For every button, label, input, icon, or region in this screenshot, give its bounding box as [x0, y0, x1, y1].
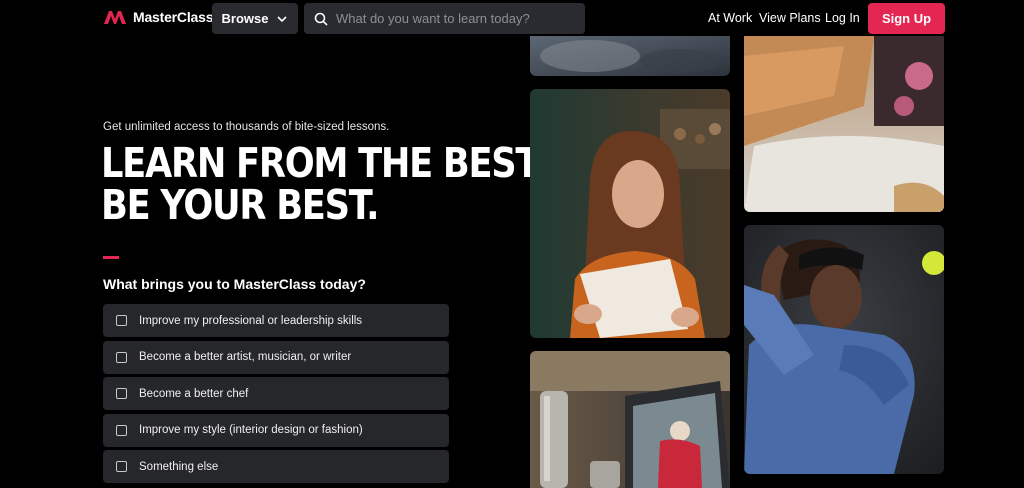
browse-label: Browse: [221, 11, 269, 26]
sign-up-button[interactable]: Sign Up: [868, 3, 945, 34]
checkbox[interactable]: [116, 461, 127, 472]
top-nav: MasterClass Browse At Work View Plans Lo…: [0, 0, 1024, 36]
instructor-tile-athlete[interactable]: [744, 225, 944, 474]
goal-option-professional[interactable]: Improve my professional or leadership sk…: [103, 304, 449, 337]
log-in-link[interactable]: Log In: [825, 11, 860, 25]
goal-option-artist[interactable]: Become a better artist, musician, or wri…: [103, 340, 449, 374]
search-input[interactable]: [336, 11, 576, 26]
instructor-tile-top-right[interactable]: [744, 36, 944, 212]
option-label: Something else: [139, 460, 219, 473]
instructor-photo: [744, 36, 944, 212]
option-label: Improve my style (interior design or fas…: [139, 424, 363, 436]
checkbox[interactable]: [116, 424, 127, 436]
checkbox[interactable]: [116, 315, 127, 326]
hero-eyebrow: Get unlimited access to thousands of bit…: [103, 121, 390, 133]
instructor-tile-reader[interactable]: [530, 89, 730, 338]
chevron-down-icon: [277, 15, 288, 22]
view-plans-link[interactable]: View Plans: [759, 11, 821, 25]
masterclass-logo[interactable]: MasterClass: [103, 9, 213, 25]
goal-option-other[interactable]: Something else: [103, 450, 449, 483]
instructor-photo: [530, 89, 730, 338]
browse-button[interactable]: Browse: [212, 3, 298, 34]
instructor-photo: [744, 225, 944, 474]
instructor-photo: [530, 36, 730, 76]
checkbox[interactable]: [116, 388, 127, 399]
search-icon: [314, 12, 328, 26]
headline-line-1: LEARN FROM THE BEST,: [101, 139, 547, 187]
at-work-link[interactable]: At Work: [708, 11, 752, 25]
search-bar[interactable]: [304, 3, 585, 34]
goal-options: Improve my professional or leadership sk…: [103, 304, 449, 487]
masterclass-logo-icon: [104, 11, 126, 24]
instructor-tile-kitchen[interactable]: [530, 351, 730, 488]
option-label: Become a better chef: [139, 387, 249, 400]
hero-headline: LEARN FROM THE BEST, BE YOUR BEST.: [101, 139, 547, 229]
accent-divider: [103, 256, 119, 259]
option-label: Improve my professional or leadership sk…: [139, 314, 363, 327]
goal-option-chef[interactable]: Become a better chef: [103, 377, 449, 410]
brand-name: MasterClass: [133, 9, 214, 25]
instructor-tile-top-left[interactable]: [530, 36, 730, 76]
checkbox[interactable]: [116, 351, 127, 363]
goal-question: What brings you to MasterClass today?: [103, 276, 366, 292]
headline-line-2: BE YOUR BEST.: [101, 181, 380, 229]
instructor-photo: [530, 351, 730, 488]
goal-option-style[interactable]: Improve my style (interior design or fas…: [103, 413, 449, 447]
option-label: Become a better artist, musician, or wri…: [139, 351, 352, 363]
